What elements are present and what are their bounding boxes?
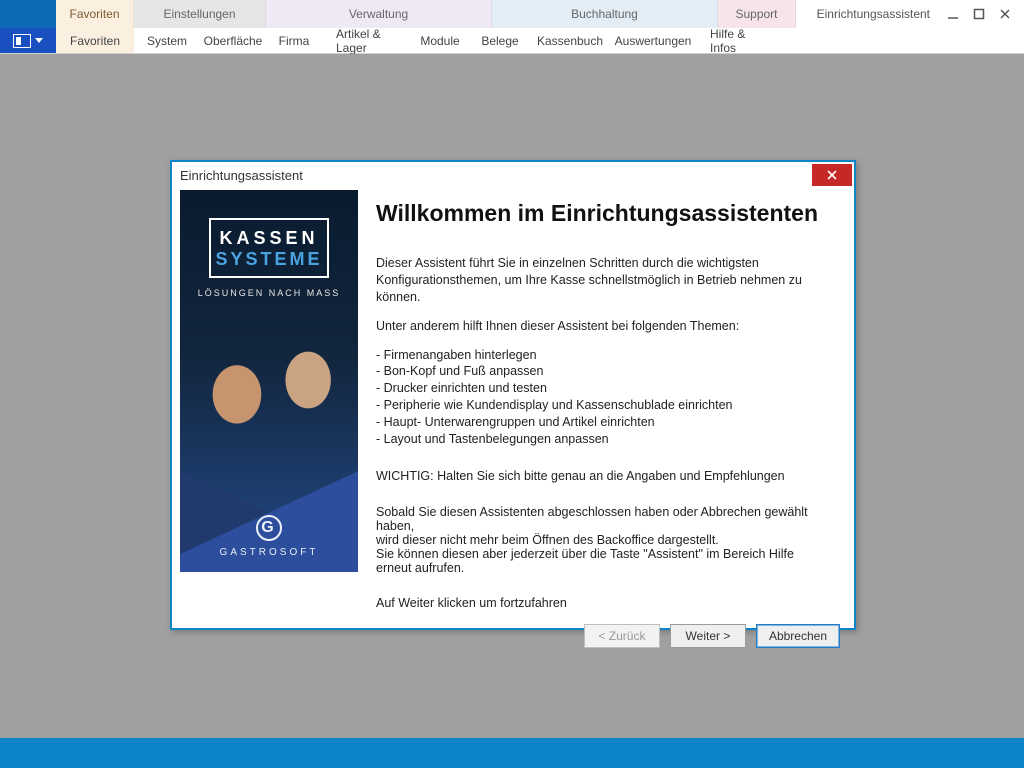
- brand-logo-icon: G: [256, 515, 282, 541]
- tab-module[interactable]: Module: [410, 28, 470, 53]
- contextual-tab-groups: Favoriten Einstellungen Verwaltung Buchh…: [56, 0, 796, 28]
- list-item: - Peripherie wie Kundendisplay und Kasse…: [376, 397, 832, 414]
- setup-wizard-dialog: Einrichtungsassistent KASSEN SYSTEME LÖS…: [170, 160, 856, 630]
- brand-footer: G GASTROSOFT: [180, 515, 358, 558]
- chrome-spacer: [796, 0, 807, 28]
- close-icon: [825, 169, 839, 181]
- list-item: - Bon-Kopf und Fuß anpassen: [376, 363, 832, 380]
- layout-icon: [13, 34, 31, 48]
- dialog-button-row: < Zurück Weiter > Abbrechen: [172, 624, 854, 648]
- tab-group-verwaltung: Verwaltung: [266, 0, 492, 28]
- tab-system[interactable]: System: [134, 28, 200, 53]
- close-button[interactable]: [992, 0, 1018, 28]
- brand-line-2: SYSTEME: [215, 249, 323, 270]
- tab-artikel-lager[interactable]: Artikel & Lager: [322, 28, 410, 53]
- dialog-content: Willkommen im Einrichtungsassistenten Di…: [358, 188, 846, 624]
- tab-group-support: Support: [718, 0, 796, 28]
- chevron-down-icon: [35, 38, 43, 43]
- ribbon-tabs: Favoriten System Oberfläche Firma Artike…: [56, 28, 774, 53]
- app-menu-block: [0, 0, 56, 28]
- tab-belege[interactable]: Belege: [470, 28, 530, 53]
- maximize-button[interactable]: [966, 0, 992, 28]
- wizard-important-note: WICHTIG: Halten Sie sich bitte genau an …: [376, 468, 832, 485]
- tab-auswertungen[interactable]: Auswertungen: [610, 28, 696, 53]
- list-item: - Firmenangaben hinterlegen: [376, 347, 832, 364]
- minimize-icon: [947, 8, 959, 20]
- status-bar: [0, 738, 1024, 768]
- window-buttons: [940, 0, 1024, 28]
- dialog-body: KASSEN SYSTEME LÖSUNGEN NACH MASS G GAST…: [172, 188, 854, 624]
- dialog-titlebar: Einrichtungsassistent: [172, 162, 854, 188]
- list-item: - Drucker einrichten und testen: [376, 380, 832, 397]
- brand-company-name: GASTROSOFT: [180, 547, 358, 558]
- dialog-title-text: Einrichtungsassistent: [180, 168, 303, 183]
- tab-group-favoriten: Favoriten: [56, 0, 134, 28]
- list-item: - Layout und Tastenbelegungen anpassen: [376, 431, 832, 448]
- next-button[interactable]: Weiter >: [670, 624, 746, 648]
- maximize-icon: [973, 8, 985, 20]
- wizard-text-line: wird dieser nicht mehr beim Öffnen des B…: [376, 533, 832, 547]
- ribbon: Favoriten System Oberfläche Firma Artike…: [0, 28, 1024, 54]
- close-icon: [999, 8, 1011, 20]
- wizard-continue-hint: Auf Weiter klicken um fortzufahren: [376, 595, 832, 612]
- brand-line-1: KASSEN: [215, 228, 323, 249]
- window-title: Einrichtungsassistent: [807, 0, 940, 28]
- dialog-brand-panel: KASSEN SYSTEME LÖSUNGEN NACH MASS G GAST…: [180, 190, 358, 572]
- tab-favoriten[interactable]: Favoriten: [56, 28, 134, 53]
- minimize-button[interactable]: [940, 0, 966, 28]
- wizard-closing-note: Sobald Sie diesen Assistenten abgeschlos…: [376, 505, 832, 575]
- tab-hilfe-infos[interactable]: Hilfe & Infos: [696, 28, 774, 53]
- wizard-topic-list: - Firmenangaben hinterlegen - Bon-Kopf u…: [376, 347, 832, 448]
- brand-photo: [180, 308, 358, 488]
- brand-box: KASSEN SYSTEME: [209, 218, 329, 278]
- app-menu-button[interactable]: [0, 28, 56, 53]
- wizard-intro-2: Unter anderem hilft Ihnen dieser Assiste…: [376, 318, 832, 335]
- cancel-button[interactable]: Abbrechen: [756, 624, 840, 648]
- wizard-text-line: Sobald Sie diesen Assistenten abgeschlos…: [376, 505, 832, 533]
- wizard-intro-1: Dieser Assistent führt Sie in einzelnen …: [376, 255, 832, 306]
- tab-group-buchhaltung: Buchhaltung: [492, 0, 718, 28]
- window-chrome: Favoriten Einstellungen Verwaltung Buchh…: [0, 0, 1024, 28]
- tab-firma[interactable]: Firma: [266, 28, 322, 53]
- dialog-close-button[interactable]: [812, 164, 852, 186]
- tab-group-einstellungen: Einstellungen: [134, 0, 266, 28]
- list-item: - Haupt- Unterwarengruppen und Artikel e…: [376, 414, 832, 431]
- back-button: < Zurück: [584, 624, 660, 648]
- brand-subtitle: LÖSUNGEN NACH MASS: [180, 288, 358, 298]
- tab-kassenbuch[interactable]: Kassenbuch: [530, 28, 610, 53]
- tab-oberflaeche[interactable]: Oberfläche: [200, 28, 266, 53]
- dialog-heading: Willkommen im Einrichtungsassistenten: [376, 200, 832, 227]
- wizard-text-line: Sie können diesen aber jederzeit über di…: [376, 547, 832, 575]
